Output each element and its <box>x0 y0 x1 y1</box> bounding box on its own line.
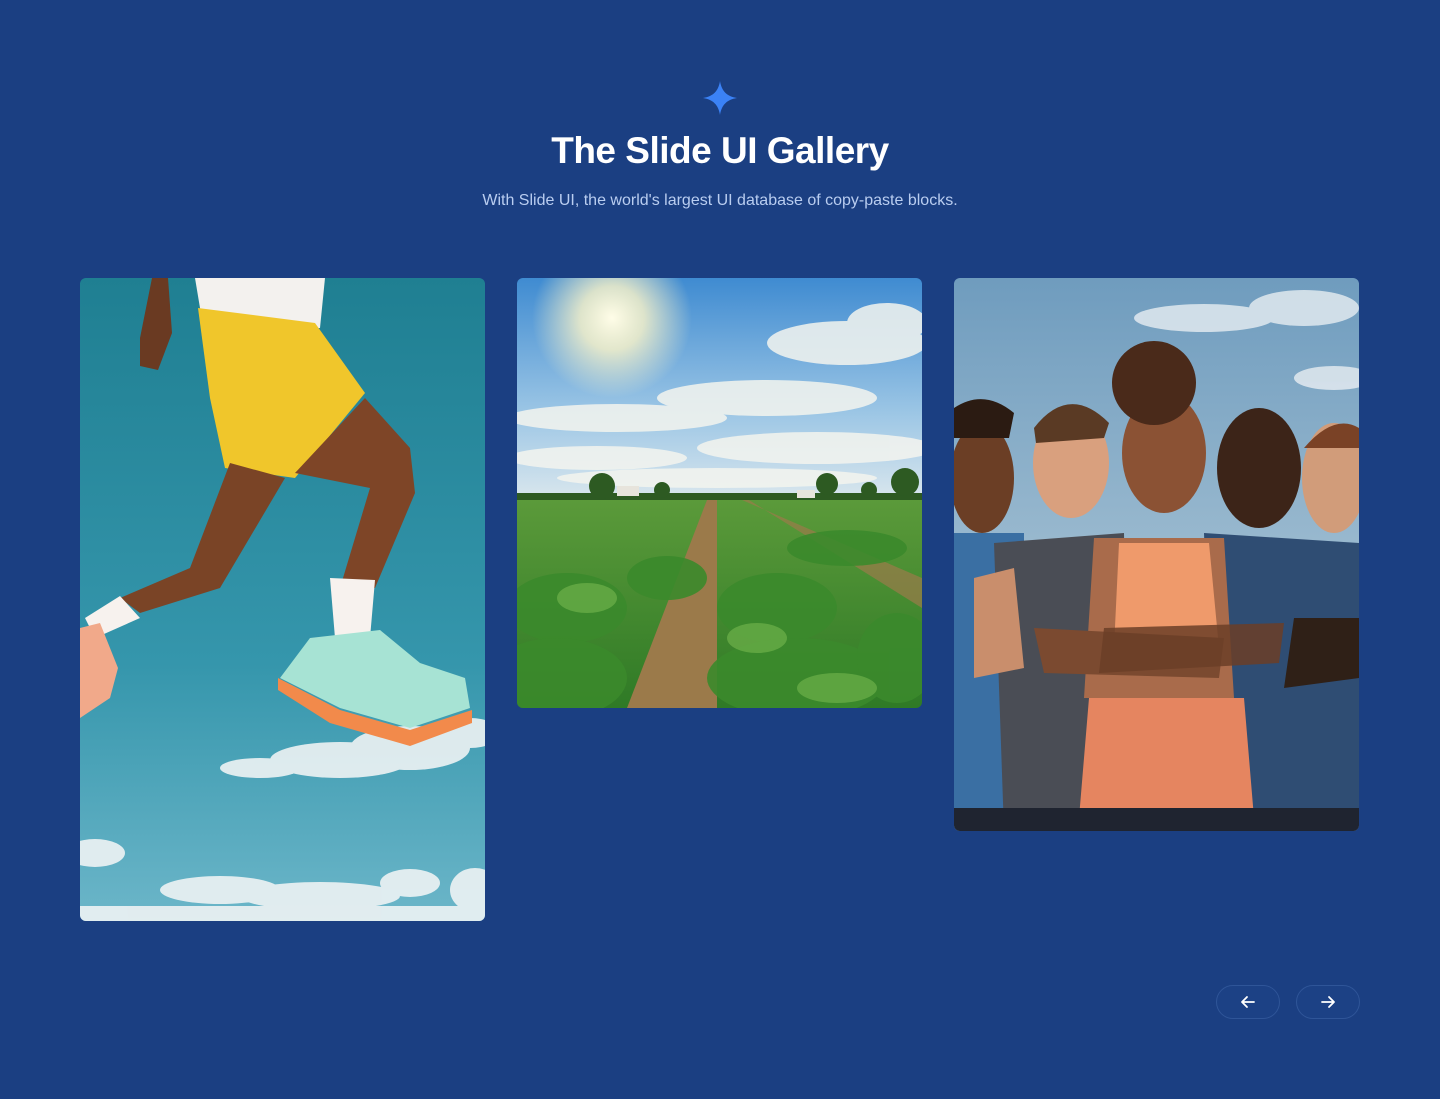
page-subtitle: With Slide UI, the world's largest UI da… <box>482 192 958 209</box>
sparkle-icon <box>703 81 737 115</box>
arrow-left-icon <box>1241 996 1255 1008</box>
athletes-group-image <box>954 278 1359 831</box>
gallery-card-runner[interactable] <box>80 278 485 921</box>
previous-slide-button[interactable] <box>1216 985 1280 1019</box>
gallery-card-field[interactable] <box>517 278 922 708</box>
arrow-right-icon <box>1321 996 1335 1008</box>
next-slide-button[interactable] <box>1296 985 1360 1019</box>
runner-jumping-image <box>80 278 485 921</box>
gallery-card-athletes[interactable] <box>954 278 1359 831</box>
page-title: The Slide UI Gallery <box>551 130 889 171</box>
crop-field-image <box>517 278 922 708</box>
